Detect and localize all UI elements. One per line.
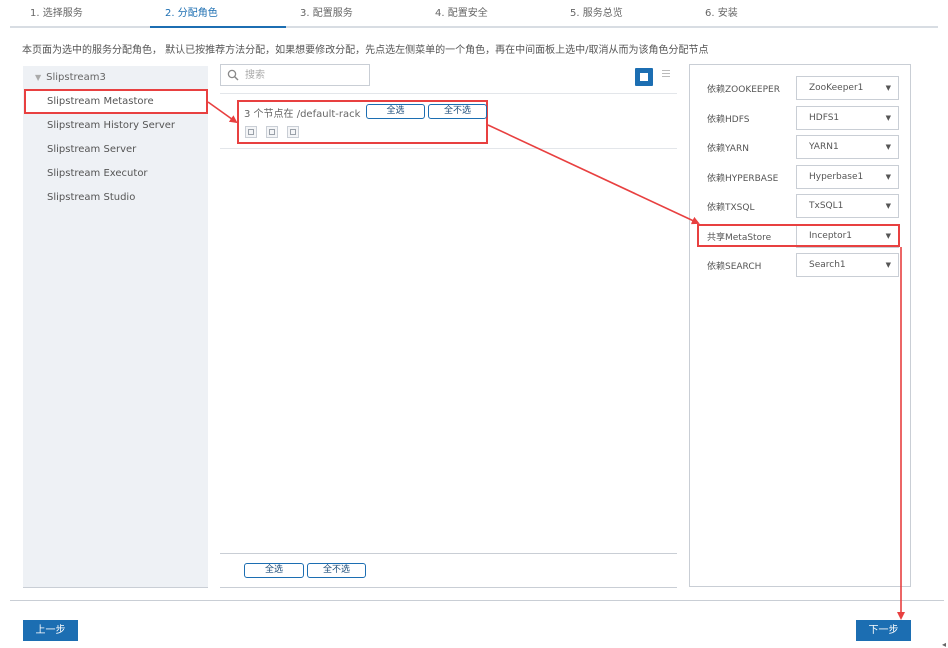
role-group-label: Slipstream3 xyxy=(46,72,106,83)
next-step-button[interactable]: 下一步 xyxy=(856,620,911,641)
dependency-label: 依赖HDFS xyxy=(707,115,750,125)
dependency-row-yarn: 依赖YARN YARN1 ▼ xyxy=(707,135,907,159)
page-description: 本页面为选中的服务分配角色， 默认已按推荐方法分配，如果想要修改分配，先点选左侧… xyxy=(22,45,709,56)
wizard-steps: 1. 选择服务 2. 分配角色 3. 配置服务 4. 配置安全 5. 服务总览 … xyxy=(10,0,938,28)
dependency-label: 依赖TXSQL xyxy=(707,203,755,213)
dependency-label: 依赖YARN xyxy=(707,144,749,154)
dependency-select-search[interactable]: Search1 ▼ xyxy=(796,253,899,277)
role-group-slipstream3[interactable]: ▼ Slipstream3 xyxy=(35,72,106,83)
role-item-executor[interactable]: Slipstream Executor xyxy=(24,162,207,185)
role-item-history-server[interactable]: Slipstream History Server xyxy=(24,114,207,137)
dependency-label: 依赖SEARCH xyxy=(707,262,762,272)
step-configure-services[interactable]: 3. 配置服务 xyxy=(300,4,353,19)
dropdown-arrow-icon: ▼ xyxy=(885,84,891,92)
role-item-server[interactable]: Slipstream Server xyxy=(24,138,207,161)
step-select-services[interactable]: 1. 选择服务 xyxy=(30,4,83,19)
step-service-overview[interactable]: 5. 服务总览 xyxy=(570,4,623,19)
divider xyxy=(220,93,677,94)
dependency-value: TxSQL1 xyxy=(809,201,844,211)
dependency-select-zookeeper[interactable]: ZooKeeper1 ▼ xyxy=(796,76,899,100)
divider xyxy=(220,148,677,149)
dependency-row-txsql: 依赖TXSQL TxSQL1 ▼ xyxy=(707,194,907,218)
node-panel: 3 个节点在 /default-rack 全选 全不选 全选 全不选 xyxy=(220,60,677,588)
dependency-row-zookeeper: 依赖ZOOKEEPER ZooKeeper1 ▼ xyxy=(707,76,907,100)
rack-label: 3 个节点在 /default-rack xyxy=(244,109,361,120)
annotation-box-metastore xyxy=(24,89,208,114)
dependency-row-hdfs: 依赖HDFS HDFS1 ▼ xyxy=(707,106,907,130)
dependency-row-hyperbase: 依赖HYPERBASE Hyperbase1 ▼ xyxy=(707,165,907,189)
dependency-select-hdfs[interactable]: HDFS1 ▼ xyxy=(796,106,899,130)
dependency-value: Hyperbase1 xyxy=(809,172,864,182)
role-list: ▼ Slipstream3 Slipstream Metastore Slipst… xyxy=(23,66,208,588)
dependency-label: 依赖ZOOKEEPER xyxy=(707,85,780,95)
step-assign-roles[interactable]: 2. 分配角色 xyxy=(165,4,218,19)
resize-corner-icon: ◂ xyxy=(942,640,947,648)
annotation-box-shared-metastore xyxy=(697,224,900,247)
dropdown-arrow-icon: ▼ xyxy=(885,143,891,151)
dropdown-arrow-icon: ▼ xyxy=(885,114,891,122)
prev-step-button[interactable]: 上一步 xyxy=(23,620,78,641)
dependency-label: 依赖HYPERBASE xyxy=(707,174,779,184)
grid-view-button[interactable] xyxy=(635,68,653,86)
dependency-value: HDFS1 xyxy=(809,113,840,123)
dependency-value: ZooKeeper1 xyxy=(809,83,864,93)
grid-view-icon xyxy=(640,73,648,81)
node-checkbox[interactable] xyxy=(266,126,278,138)
caret-down-icon: ▼ xyxy=(35,73,42,82)
divider xyxy=(220,553,677,554)
rack-select-none-button[interactable]: 全不选 xyxy=(428,104,487,119)
step-install[interactable]: 6. 安装 xyxy=(705,4,738,19)
dependency-value: YARN1 xyxy=(809,142,839,152)
dependency-row-search: 依赖SEARCH Search1 ▼ xyxy=(707,253,907,277)
step-configure-security[interactable]: 4. 配置安全 xyxy=(435,4,488,19)
dependency-select-hyperbase[interactable]: Hyperbase1 ▼ xyxy=(796,165,899,189)
dependency-select-txsql[interactable]: TxSQL1 ▼ xyxy=(796,194,899,218)
search-input[interactable] xyxy=(245,67,365,83)
footer-divider xyxy=(10,600,944,601)
search-icon xyxy=(227,69,239,81)
dropdown-arrow-icon: ▼ xyxy=(885,261,891,269)
node-checkbox[interactable] xyxy=(245,126,257,138)
select-all-button[interactable]: 全选 xyxy=(244,563,304,578)
select-none-button[interactable]: 全不选 xyxy=(307,563,366,578)
role-item-studio[interactable]: Slipstream Studio xyxy=(24,186,207,209)
list-view-button[interactable] xyxy=(662,69,672,81)
dropdown-arrow-icon: ▼ xyxy=(885,173,891,181)
dependency-select-yarn[interactable]: YARN1 ▼ xyxy=(796,135,899,159)
search-box xyxy=(220,64,370,86)
dependency-value: Search1 xyxy=(809,260,846,270)
rack-select-all-button[interactable]: 全选 xyxy=(366,104,425,119)
node-checkbox[interactable] xyxy=(287,126,299,138)
dependency-panel: 依赖ZOOKEEPER ZooKeeper1 ▼ 依赖HDFS HDFS1 ▼ 依赖… xyxy=(689,64,911,587)
active-step-indicator xyxy=(150,26,286,28)
dropdown-arrow-icon: ▼ xyxy=(885,202,891,210)
